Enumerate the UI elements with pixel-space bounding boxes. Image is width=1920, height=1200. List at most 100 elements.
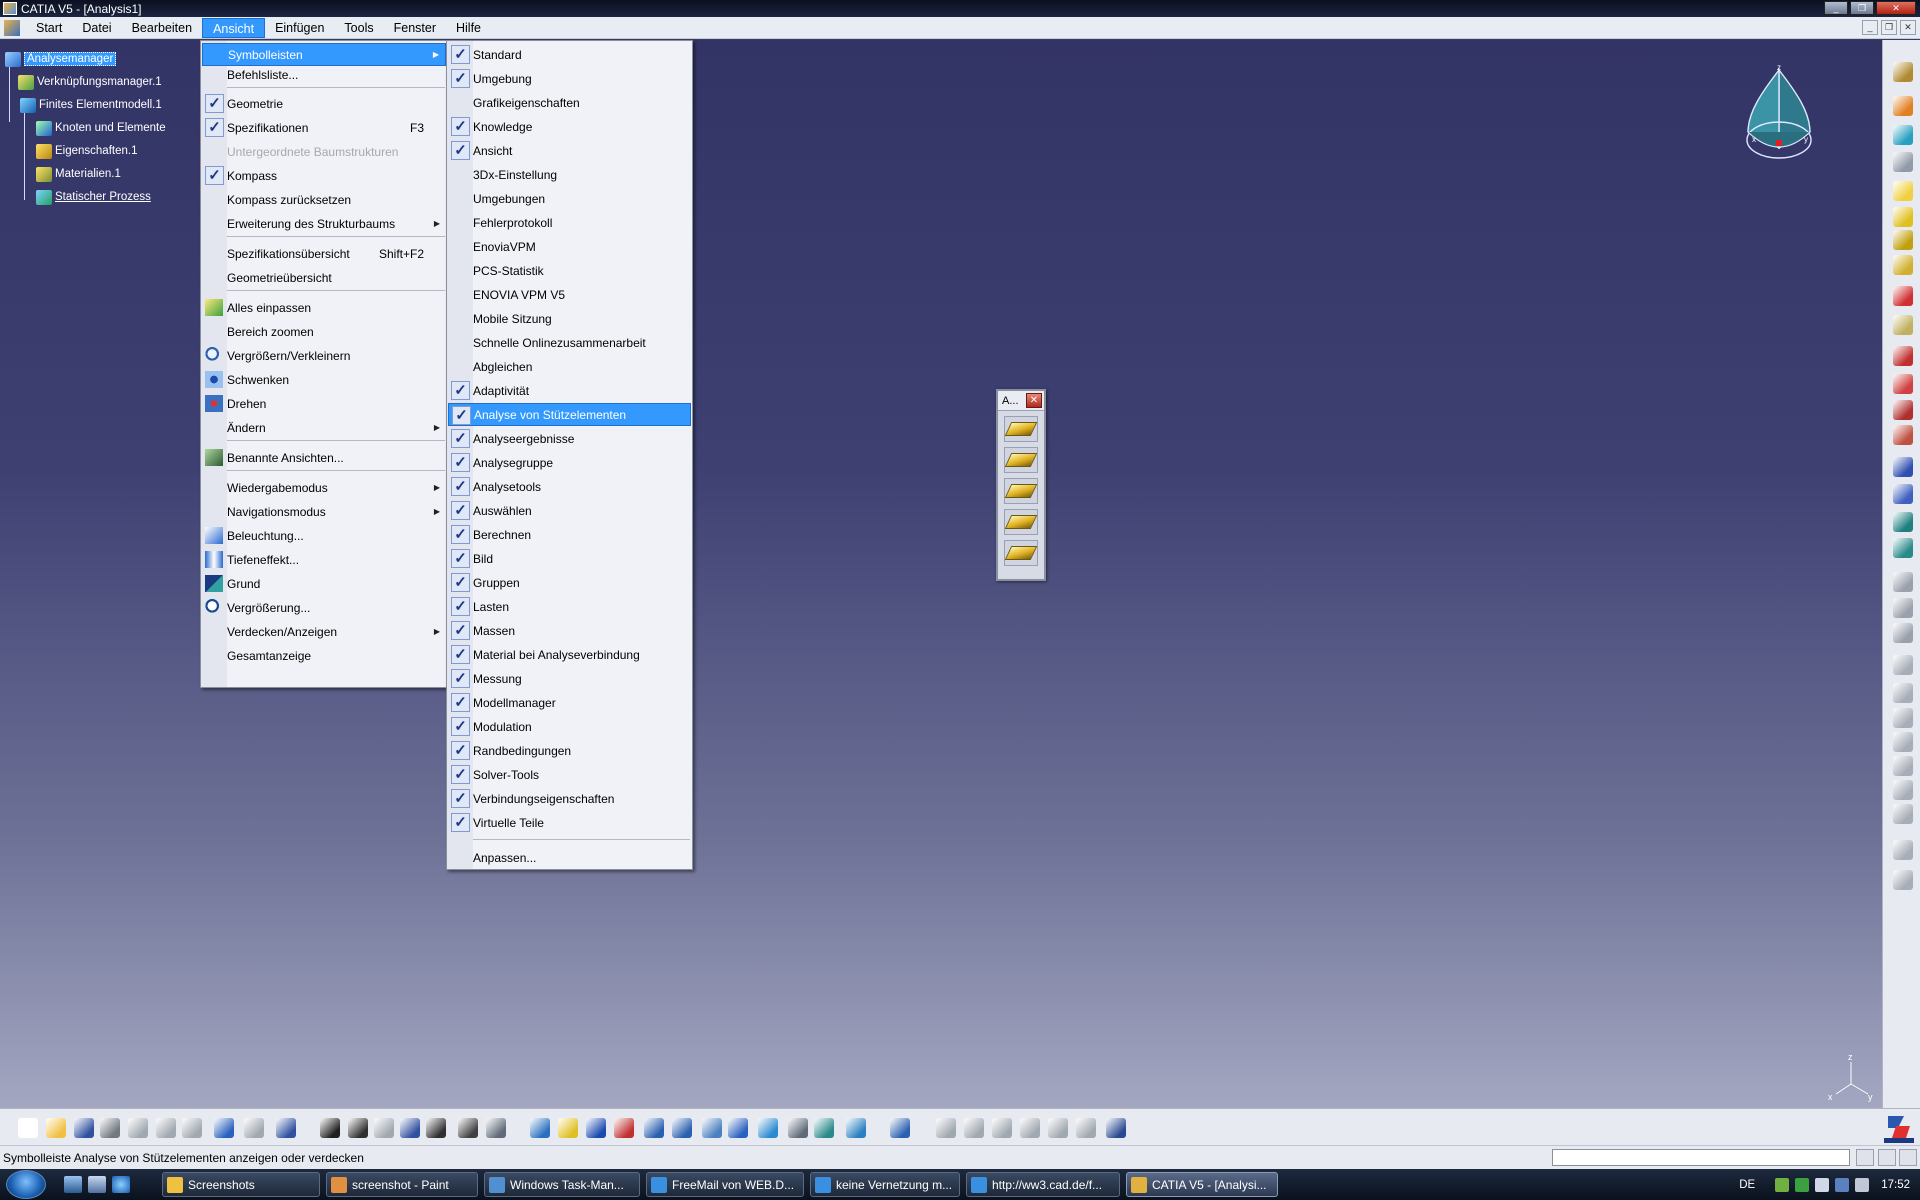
ansicht-item-2[interactable]: ✓ Geometrie xyxy=(202,92,446,115)
toolbar-toggle-item-25[interactable]: ✓ Material bei Analyseverbindung xyxy=(448,643,691,666)
tray-chevron-icon[interactable] xyxy=(1775,1177,1790,1192)
knowledge-icon[interactable] xyxy=(374,1118,394,1138)
toolbar-toggle-item-30[interactable]: ✓ Solver-Tools xyxy=(448,763,691,786)
normal-view-icon[interactable] xyxy=(702,1118,722,1138)
menu-einfuegen[interactable]: Einfügen xyxy=(265,18,334,38)
arrows-icon[interactable] xyxy=(1893,623,1913,643)
menu-fenster[interactable]: Fenster xyxy=(384,18,446,38)
support-tool-button-4[interactable] xyxy=(1004,509,1038,535)
toolbar-toggle-item-9[interactable]: PCS-Statistik xyxy=(448,259,691,282)
weight-icon[interactable] xyxy=(1893,804,1913,824)
rotate-icon[interactable] xyxy=(614,1118,634,1138)
analysis-4-icon[interactable] xyxy=(1020,1118,1040,1138)
solid-alt-icon[interactable] xyxy=(1893,538,1913,558)
layers-icon[interactable] xyxy=(1893,230,1913,250)
solid-icon[interactable] xyxy=(1893,512,1913,532)
taskbar-button-0[interactable]: Screenshots xyxy=(162,1172,320,1197)
ansicht-item-18[interactable]: Navigationsmodus ▶ xyxy=(202,500,446,523)
toolbar-toggle-item-28[interactable]: ✓ Modulation xyxy=(448,715,691,738)
probe-icon[interactable] xyxy=(1893,598,1913,618)
hand-icon[interactable] xyxy=(1893,840,1913,860)
new-document-icon[interactable] xyxy=(18,1118,38,1138)
toolbar-toggle-item-7[interactable]: Fehlerprotokoll xyxy=(448,211,691,234)
taskbar-button-2[interactable]: Windows Task-Man... xyxy=(484,1172,640,1197)
analysis-2-icon[interactable] xyxy=(964,1118,984,1138)
wave-icon[interactable] xyxy=(1893,732,1913,752)
menu-ansicht[interactable]: Ansicht xyxy=(202,17,266,38)
ansicht-item-24[interactable]: Gesamtanzeige xyxy=(202,644,446,667)
toolbar-toggle-item-16[interactable]: ✓ Analyseergebnisse xyxy=(448,427,691,450)
toolbar-toggle-item-14[interactable]: ✓ Adaptivität xyxy=(448,379,691,402)
ansicht-item-7[interactable]: Erweiterung des Strukturbaums ▶ xyxy=(202,212,446,235)
gear-icon[interactable] xyxy=(1893,62,1913,82)
comment-icon[interactable] xyxy=(348,1118,368,1138)
toolbar-toggle-item-12[interactable]: Schnelle Onlinezusammenarbeit xyxy=(448,331,691,354)
analysis-7-icon[interactable] xyxy=(1106,1118,1126,1138)
box-add-icon[interactable] xyxy=(1893,484,1913,504)
constraint-icon[interactable] xyxy=(1893,425,1913,445)
redo-icon[interactable] xyxy=(244,1118,264,1138)
ansicht-item-14[interactable]: Drehen xyxy=(202,392,446,415)
ansicht-item-5[interactable]: ✓ Kompass xyxy=(202,164,446,187)
iso-view-icon[interactable] xyxy=(758,1118,778,1138)
toolbar-toggle-item-0[interactable]: ✓ Standard xyxy=(448,43,691,66)
start-button[interactable] xyxy=(6,1170,46,1199)
ansicht-item-17[interactable]: Wiedergabemodus ▶ xyxy=(202,476,446,499)
menu-bearbeiten[interactable]: Bearbeiten xyxy=(122,18,202,38)
rules-icon[interactable] xyxy=(486,1118,506,1138)
tray-help-icon[interactable] xyxy=(1815,1177,1830,1192)
doc-minimize-button[interactable]: _ xyxy=(1862,20,1878,35)
network-icon[interactable] xyxy=(1835,1177,1850,1192)
ring-icon[interactable] xyxy=(1893,655,1913,675)
ansicht-item-19[interactable]: Beleuchtung... xyxy=(202,524,446,547)
tray-green-icon[interactable] xyxy=(1795,1177,1810,1192)
ansicht-item-11[interactable]: Bereich zoomen xyxy=(202,320,446,343)
language-indicator[interactable]: DE xyxy=(1739,1179,1755,1191)
volume-icon[interactable] xyxy=(1855,1177,1870,1192)
toolbar-toggle-item-4[interactable]: ✓ Ansicht xyxy=(448,139,691,162)
toolbar-toggle-item-27[interactable]: ✓ Modellmanager xyxy=(448,691,691,714)
ansicht-item-3[interactable]: ✓ Spezifikationen F3 xyxy=(202,116,446,139)
menu-start[interactable]: Start xyxy=(26,18,72,38)
bug-icon[interactable] xyxy=(1893,374,1913,394)
fit-all-icon[interactable] xyxy=(558,1118,578,1138)
multi-view-icon[interactable] xyxy=(728,1118,748,1138)
shading-icon[interactable] xyxy=(788,1118,808,1138)
swap-visible-icon[interactable] xyxy=(846,1118,866,1138)
menu-datei[interactable]: Datei xyxy=(72,18,121,38)
status-button[interactable] xyxy=(1878,1149,1896,1166)
maximize-button[interactable]: ❐ xyxy=(1850,1,1874,15)
toolbar-toggle-item-23[interactable]: ✓ Lasten xyxy=(448,595,691,618)
ladybug-icon[interactable] xyxy=(1893,346,1913,366)
ansicht-item-15[interactable]: Ändern ▶ xyxy=(202,416,446,439)
toolbar-toggle-item-19[interactable]: ✓ Auswählen xyxy=(448,499,691,522)
support-tool-button-2[interactable] xyxy=(1004,447,1038,473)
ansicht-item-13[interactable]: Schwenken xyxy=(202,368,446,391)
whats-this-icon[interactable] xyxy=(276,1118,296,1138)
ansicht-item-10[interactable]: Alles einpassen xyxy=(202,296,446,319)
compass-icon[interactable]: z x y xyxy=(1744,62,1814,172)
taskbar-button-6[interactable]: CATIA V5 - [Analysi... xyxy=(1126,1172,1278,1197)
toolbar-toggle-item-24[interactable]: ✓ Massen xyxy=(448,619,691,642)
clock[interactable]: 17:52 xyxy=(1881,1179,1910,1191)
toolbar-toggle-item-5[interactable]: 3Dx-Einstellung xyxy=(448,163,691,186)
ansicht-item-1[interactable]: Befehlsliste... xyxy=(202,63,446,86)
toolbar-toggle-item-21[interactable]: ✓ Bild xyxy=(448,547,691,570)
status-button[interactable] xyxy=(1899,1149,1917,1166)
taskbar-button-3[interactable]: FreeMail von WEB.D... xyxy=(646,1172,804,1197)
toolbar-toggle-item-1[interactable]: ✓ Umgebung xyxy=(448,67,691,90)
frame-icon[interactable] xyxy=(1893,780,1913,800)
analysis-1-icon[interactable] xyxy=(936,1118,956,1138)
traffic-light-icon[interactable] xyxy=(1893,286,1913,306)
pan-icon[interactable] xyxy=(586,1118,606,1138)
cube-icon[interactable] xyxy=(1893,181,1913,201)
toolbar-toggle-item-20[interactable]: ✓ Berechnen xyxy=(448,523,691,546)
taskbar-button-1[interactable]: screenshot - Paint xyxy=(326,1172,478,1197)
menu-hilfe[interactable]: Hilfe xyxy=(446,18,491,38)
toolbar-toggle-item-8[interactable]: EnoviaVPM xyxy=(448,235,691,258)
ansicht-item-20[interactable]: Tiefeneffekt... xyxy=(202,548,446,571)
ansicht-item-6[interactable]: Kompass zurücksetzen xyxy=(202,188,446,211)
plane-icon[interactable] xyxy=(1893,207,1913,227)
toolbar-toggle-item-2[interactable]: Grafikeigenschaften xyxy=(448,91,691,114)
undo-icon[interactable] xyxy=(214,1118,234,1138)
